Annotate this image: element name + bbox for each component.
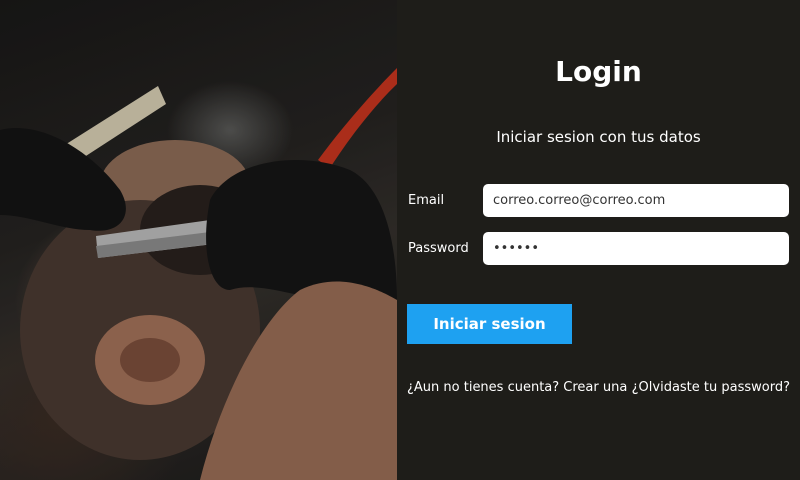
password-label: Password [408, 241, 469, 256]
login-button[interactable]: Iniciar sesion [407, 304, 572, 344]
password-field[interactable]: •••••• [483, 232, 789, 265]
page-title: Login [555, 55, 642, 88]
email-label: Email [408, 193, 445, 208]
register-link[interactable]: ¿Aun no tienes cuenta? Crear una [407, 380, 627, 395]
email-field[interactable]: correo.correo@correo.com [483, 184, 789, 217]
barber-illustration [0, 0, 397, 480]
login-panel: Login Iniciar sesion con tus datos Email… [397, 0, 800, 480]
forgot-password-link[interactable]: ¿Olvidaste tu password? [632, 380, 790, 395]
barber-photo [0, 0, 397, 480]
login-subtitle: Iniciar sesion con tus datos [496, 128, 701, 146]
